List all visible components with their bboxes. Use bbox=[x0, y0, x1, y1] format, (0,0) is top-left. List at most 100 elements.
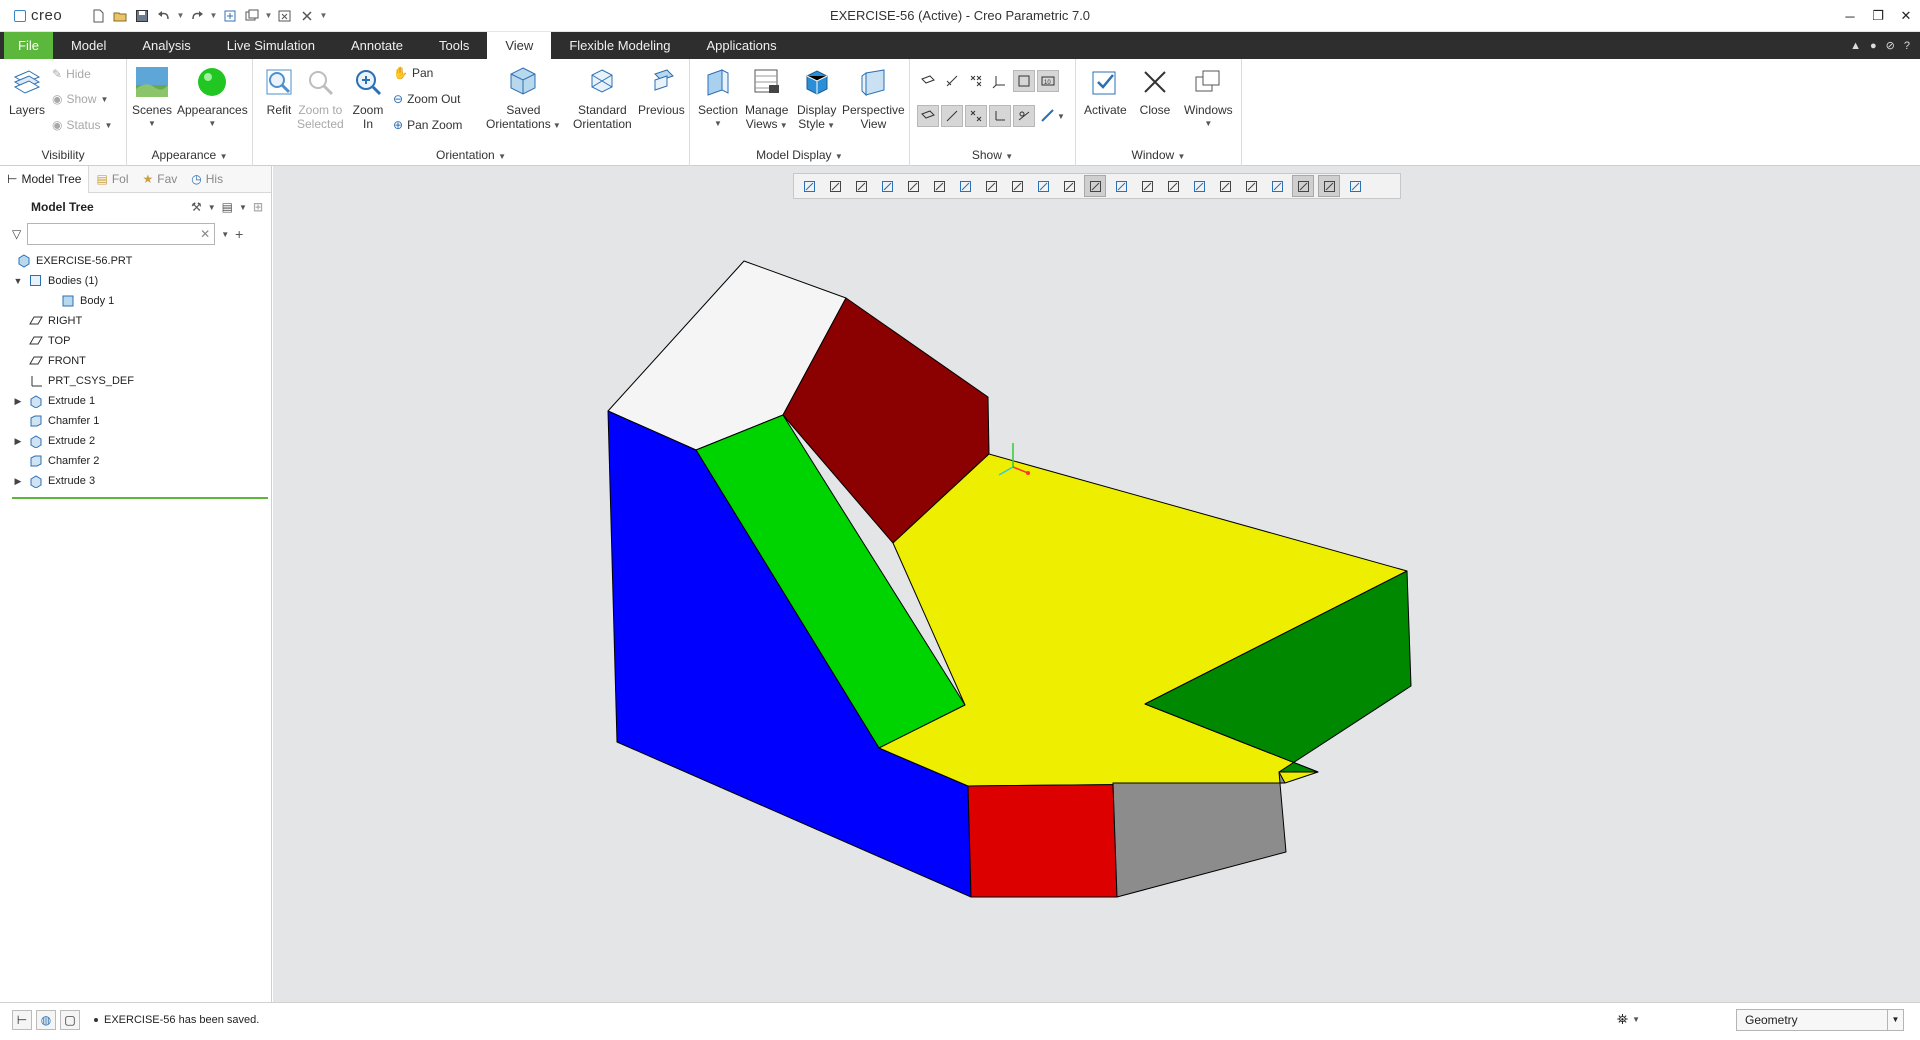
redo-dropdown-icon[interactable]: ▼ bbox=[209, 6, 218, 26]
perspective-view-button[interactable]: Perspective View bbox=[842, 63, 905, 131]
tree-settings-icon[interactable]: ⚒ bbox=[191, 200, 202, 214]
tree-item[interactable]: ▶ Extrude 1 bbox=[0, 391, 271, 411]
annotation-display-icon[interactable]: 10 bbox=[1037, 70, 1059, 92]
chevron-down-icon[interactable]: ▼ bbox=[1887, 1009, 1903, 1030]
tree-item[interactable]: ▼ Bodies (1) bbox=[0, 271, 271, 291]
selection-filter-select[interactable]: Geometry ▼ bbox=[1736, 1008, 1904, 1031]
full-screen-icon[interactable]: ▢ bbox=[60, 1009, 80, 1030]
tab-analysis[interactable]: Analysis bbox=[124, 32, 208, 59]
regenerate-icon[interactable] bbox=[220, 6, 240, 26]
spin-center-icon[interactable] bbox=[1013, 70, 1035, 92]
graphics-window[interactable] bbox=[273, 166, 1920, 1002]
axis-display-icon[interactable] bbox=[941, 70, 963, 92]
zoom-in-button[interactable]: Zoom In bbox=[349, 63, 387, 131]
point-display-icon[interactable] bbox=[965, 70, 987, 92]
minimize-icon[interactable]: ─ bbox=[1836, 0, 1864, 32]
tab-favorites[interactable]: ★ Fav bbox=[136, 166, 185, 193]
save-icon[interactable] bbox=[132, 6, 152, 26]
display-style-button[interactable]: Display Style ▼ bbox=[797, 63, 836, 133]
group-label-show[interactable]: Show ▼ bbox=[910, 148, 1075, 162]
toggle-browser-icon[interactable]: ◍ bbox=[36, 1009, 56, 1030]
user-icon[interactable]: ● bbox=[1870, 40, 1877, 52]
csys-tag-icon[interactable] bbox=[989, 105, 1011, 127]
windows-dropdown-icon[interactable]: ▼ bbox=[264, 6, 273, 26]
pin-icon[interactable]: ⊘ bbox=[1886, 39, 1895, 52]
tab-annotate[interactable]: Annotate bbox=[333, 32, 421, 59]
undo-dropdown-icon[interactable]: ▼ bbox=[176, 6, 185, 26]
face-side-gray[interactable] bbox=[1112, 771, 1287, 898]
dimension-tag-icon[interactable] bbox=[1013, 105, 1035, 127]
collapse-arrow-icon[interactable]: ▼ bbox=[12, 276, 24, 286]
help-icon[interactable]: ? bbox=[1904, 40, 1910, 52]
tree-item[interactable]: RIGHT bbox=[0, 311, 271, 331]
tab-applications[interactable]: Applications bbox=[688, 32, 794, 59]
tab-view[interactable]: View bbox=[487, 32, 552, 59]
zoom-out-button[interactable]: ⊖ Zoom Out bbox=[393, 89, 460, 109]
section-button[interactable]: Section ▼ bbox=[698, 63, 738, 131]
pan-zoom-button[interactable]: ⊕ Pan Zoom bbox=[393, 115, 462, 135]
tab-model-tree[interactable]: ⊢ Model Tree bbox=[0, 165, 90, 193]
group-label-window[interactable]: Window ▼ bbox=[1076, 148, 1241, 162]
collapse-ribbon-icon[interactable]: ▲ bbox=[1850, 40, 1861, 52]
tree-item[interactable]: ▶ Extrude 2 bbox=[0, 431, 271, 451]
maximize-icon[interactable]: ❐ bbox=[1864, 0, 1892, 32]
customize-qat-icon[interactable]: ▼ bbox=[319, 6, 328, 26]
standard-orientation-button[interactable]: Standard Orientation bbox=[573, 63, 632, 131]
tree-item[interactable]: FRONT bbox=[0, 351, 271, 371]
axis-tag-icon[interactable] bbox=[941, 105, 963, 127]
filter-funnel-icon[interactable]: ▽ bbox=[12, 227, 21, 241]
expand-arrow-icon[interactable]: ▶ bbox=[12, 476, 24, 487]
previous-button[interactable]: Previous bbox=[638, 63, 685, 117]
find-button[interactable]: ⛯ ▼ bbox=[1617, 1011, 1640, 1028]
tree-item[interactable]: EXERCISE-56.PRT bbox=[0, 251, 271, 271]
tab-model[interactable]: Model bbox=[53, 32, 124, 59]
appearances-button[interactable]: Appearances ▼ bbox=[177, 63, 248, 131]
tree-item[interactable]: ▶ Extrude 3 bbox=[0, 471, 271, 491]
tree-item[interactable]: Chamfer 2 bbox=[0, 451, 271, 471]
tree-search-input[interactable]: ✕ bbox=[27, 223, 216, 245]
redo-icon[interactable] bbox=[187, 6, 207, 26]
tab-flexible-modeling[interactable]: Flexible Modeling bbox=[551, 32, 688, 59]
search-dropdown-icon[interactable]: ▼ bbox=[221, 230, 229, 239]
layers-button[interactable]: Layers bbox=[8, 63, 46, 117]
windows-button[interactable]: Windows ▼ bbox=[1184, 63, 1233, 131]
new-file-icon[interactable] bbox=[88, 6, 108, 26]
clear-search-icon[interactable]: ✕ bbox=[200, 227, 210, 241]
group-label-appearance[interactable]: Appearance ▼ bbox=[127, 148, 252, 162]
hide-button[interactable]: ✎ Hide bbox=[52, 64, 91, 84]
tab-tools[interactable]: Tools bbox=[421, 32, 487, 59]
tree-columns-icon[interactable]: ▤ bbox=[222, 200, 233, 214]
plane-tag-icon[interactable] bbox=[917, 105, 939, 127]
tab-live-simulation[interactable]: Live Simulation bbox=[209, 32, 333, 59]
activate-button[interactable]: Activate bbox=[1084, 63, 1127, 117]
toggle-navigator-icon[interactable]: ⊢ bbox=[12, 1009, 32, 1030]
part-model-view[interactable] bbox=[273, 166, 1920, 1002]
group-label-orientation[interactable]: Orientation ▼ bbox=[253, 148, 689, 162]
csys-display-icon[interactable] bbox=[989, 70, 1011, 92]
close-window-icon[interactable] bbox=[275, 6, 295, 26]
tab-history[interactable]: ◷ His bbox=[184, 166, 230, 193]
close-icon[interactable]: ✕ bbox=[1892, 0, 1920, 32]
expand-arrow-icon[interactable]: ▶ bbox=[12, 436, 24, 447]
show-button[interactable]: ◉ Show ▼ bbox=[52, 89, 108, 109]
saved-orientations-button[interactable]: Saved Orientations ▼ bbox=[486, 63, 561, 133]
open-folder-icon[interactable] bbox=[110, 6, 130, 26]
refit-button[interactable]: Refit bbox=[260, 63, 298, 117]
pan-button[interactable]: ✋ Pan bbox=[393, 63, 433, 83]
tree-filter-options-icon[interactable]: ⊞ bbox=[253, 200, 263, 214]
tree-item[interactable]: TOP bbox=[0, 331, 271, 351]
expand-arrow-icon[interactable]: ▶ bbox=[12, 396, 24, 407]
show-more-dropdown-icon[interactable]: ▼ bbox=[1055, 105, 1067, 127]
zoom-to-selected-button[interactable]: Zoom to Selected bbox=[297, 63, 344, 131]
group-label-model-display[interactable]: Model Display ▼ bbox=[690, 148, 909, 162]
status-button[interactable]: ◉ Status ▼ bbox=[52, 115, 112, 135]
tree-item[interactable]: Chamfer 1 bbox=[0, 411, 271, 431]
tree-item[interactable]: Body 1 bbox=[0, 291, 271, 311]
close-button[interactable]: Close bbox=[1136, 63, 1174, 117]
tab-folder-browser[interactable]: ▤ Fol bbox=[89, 166, 135, 193]
insert-indicator[interactable] bbox=[12, 497, 268, 499]
manage-views-button[interactable]: Manage Views ▼ bbox=[745, 63, 788, 133]
undo-icon[interactable] bbox=[154, 6, 174, 26]
scenes-button[interactable]: Scenes ▼ bbox=[132, 63, 172, 131]
plane-display-icon[interactable] bbox=[917, 70, 939, 92]
